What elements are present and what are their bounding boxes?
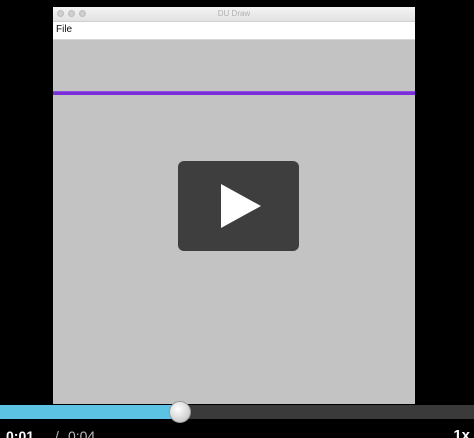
play-button[interactable] [178,161,299,251]
menu-file[interactable]: File [56,24,72,36]
progress-handle[interactable] [169,401,191,423]
window-title: DU Draw [217,9,251,18]
menubar: File [53,22,415,40]
current-time: 0:01 [6,428,35,438]
drawn-line [53,91,415,95]
total-time: 0:04 [68,428,96,438]
playback-speed-button[interactable]: 1x [453,428,470,438]
time-separator: / [55,428,59,438]
progress-bar[interactable] [0,405,474,419]
window-titlebar: DU Draw [53,7,415,22]
progress-fill [0,405,180,419]
play-icon [221,184,261,228]
video-player[interactable]: DU Draw File 0:01 / 0:04 1x [0,0,474,438]
